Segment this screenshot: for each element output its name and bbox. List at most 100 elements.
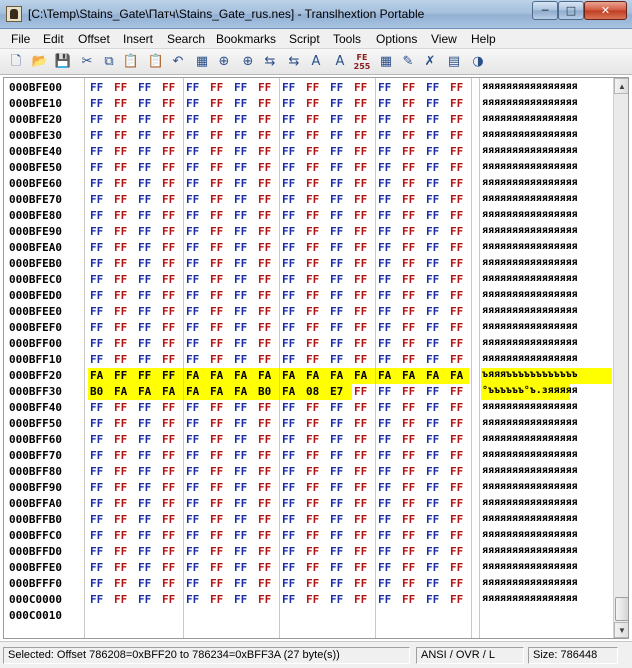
hex-byte[interactable]: FF	[305, 129, 329, 142]
hex-byte[interactable]: FF	[233, 561, 257, 574]
hex-byte[interactable]: FF	[281, 97, 305, 110]
hex-byte[interactable]: FF	[89, 145, 113, 158]
hex-byte[interactable]: FF	[425, 209, 449, 222]
hex-byte[interactable]: FF	[449, 81, 473, 94]
hex-byte[interactable]: FF	[233, 241, 257, 254]
ascii-text[interactable]: яяяяяяяяяяяяяяяя	[482, 177, 578, 188]
ascii-text[interactable]: яяяяяяяяяяяяяяяя	[482, 337, 578, 348]
hex-byte[interactable]: FF	[329, 305, 353, 318]
hex-byte[interactable]: FF	[449, 385, 473, 398]
hex-byte[interactable]: B0	[257, 385, 281, 398]
hex-byte[interactable]: FF	[377, 209, 401, 222]
hex-byte[interactable]: FF	[425, 337, 449, 350]
hex-byte[interactable]: FF	[209, 81, 233, 94]
ascii-text[interactable]: яяяяяяяяяяяяяяяя	[482, 305, 578, 316]
hex-byte[interactable]: FF	[281, 433, 305, 446]
ascii-text[interactable]: яяяяяяяяяяяяяяяя	[482, 529, 578, 540]
hex-byte[interactable]: FF	[281, 193, 305, 206]
hex-byte[interactable]: FF	[449, 305, 473, 318]
hex-byte[interactable]: FF	[161, 593, 185, 606]
hex-byte[interactable]: FF	[137, 593, 161, 606]
hex-byte[interactable]: FF	[89, 241, 113, 254]
hex-byte[interactable]: FF	[89, 321, 113, 334]
hex-byte[interactable]: FF	[305, 209, 329, 222]
hex-byte[interactable]: FF	[329, 449, 353, 462]
hex-byte[interactable]: FF	[449, 513, 473, 526]
hex-byte[interactable]: FF	[425, 113, 449, 126]
ascii-text[interactable]: яяяяяяяяяяяяяяяя	[482, 321, 578, 332]
hex-byte[interactable]: FF	[137, 369, 161, 382]
hex-byte[interactable]: FA	[185, 385, 209, 398]
hex-byte[interactable]: FF	[161, 513, 185, 526]
ascii-text[interactable]: яяяяяяяяяяяяяяяя	[482, 577, 578, 588]
hex-row[interactable]: 000BFEA0 FF FF FF FF FF FF FF FF FF FF FF FF FF FF FF FF…	[4, 240, 628, 256]
hex-byte[interactable]: FF	[425, 385, 449, 398]
hex-byte[interactable]: FF	[377, 561, 401, 574]
ascii-text[interactable]: яяяяяяяяяяяяяяяя	[482, 353, 578, 364]
hex-byte[interactable]: FF	[89, 545, 113, 558]
hex-byte[interactable]: FF	[401, 481, 425, 494]
hex-byte[interactable]: FF	[377, 529, 401, 542]
hex-byte[interactable]: FF	[281, 257, 305, 270]
hex-byte[interactable]: FF	[281, 529, 305, 542]
ascii-text[interactable]: яяяяяяяяяяяяяяяя	[482, 81, 578, 92]
hex-byte[interactable]: FF	[89, 481, 113, 494]
hex-byte[interactable]: FF	[353, 97, 377, 110]
hex-byte[interactable]: FF	[185, 401, 209, 414]
hex-byte[interactable]: FF	[329, 81, 353, 94]
hex-byte[interactable]: FF	[281, 353, 305, 366]
hex-byte[interactable]: FA	[281, 369, 305, 382]
hex-byte[interactable]: FA	[401, 369, 425, 382]
hex-byte[interactable]: FF	[161, 353, 185, 366]
hex-byte[interactable]: FF	[137, 417, 161, 430]
hex-byte[interactable]: FF	[449, 193, 473, 206]
hex-byte[interactable]: FF	[89, 129, 113, 142]
hex-byte[interactable]: FF	[281, 593, 305, 606]
hex-row[interactable]: 000BFFB0 FF FF FF FF FF FF FF FF FF FF FF FF FF FF FF FF…	[4, 512, 628, 528]
hex-byte[interactable]: FF	[113, 145, 137, 158]
menu-file[interactable]: File	[11, 32, 30, 46]
find-next-icon[interactable]: ⊕	[238, 52, 258, 72]
hex-row[interactable]: 000BFFE0 FF FF FF FF FF FF FF FF FF FF FF FF FF FF FF FF…	[4, 560, 628, 576]
hex-byte[interactable]: FF	[353, 273, 377, 286]
hex-row[interactable]: 000BFE40 FF FF FF FF FF FF FF FF FF FF FF FF FF FF FF FF…	[4, 144, 628, 160]
hex-byte[interactable]: FF	[137, 465, 161, 478]
hex-byte[interactable]: FF	[233, 449, 257, 462]
hex-byte[interactable]: FF	[209, 193, 233, 206]
hex-byte[interactable]: FF	[161, 465, 185, 478]
hex-byte[interactable]: FF	[353, 385, 377, 398]
hex-byte[interactable]: FF	[305, 401, 329, 414]
hex-byte[interactable]: FF	[257, 433, 281, 446]
hex-byte[interactable]: FF	[305, 545, 329, 558]
hex-byte[interactable]: FF	[113, 417, 137, 430]
hex-byte[interactable]: FF	[329, 529, 353, 542]
hex-byte[interactable]: FF	[137, 81, 161, 94]
hex-byte[interactable]: FF	[257, 161, 281, 174]
hex-byte[interactable]: FF	[449, 337, 473, 350]
hex-byte[interactable]: FF	[377, 241, 401, 254]
hex-byte[interactable]: FF	[257, 273, 281, 286]
hex-byte[interactable]: FF	[137, 577, 161, 590]
hex-byte[interactable]: FF	[257, 337, 281, 350]
hex-byte[interactable]: FA	[161, 385, 185, 398]
hex-byte[interactable]: FF	[449, 161, 473, 174]
hex-byte[interactable]: FF	[161, 145, 185, 158]
hex-byte[interactable]: FF	[425, 433, 449, 446]
hex-byte[interactable]: FF	[161, 481, 185, 494]
hex-byte[interactable]: FF	[329, 561, 353, 574]
ascii-text[interactable]: яяяяяяяяяяяяяяяя	[482, 545, 578, 556]
hex-byte[interactable]: FF	[353, 289, 377, 302]
hex-byte[interactable]: FF	[113, 369, 137, 382]
ascii-text[interactable]: яяяяяяяяяяяяяяяя	[482, 289, 578, 300]
hex-byte[interactable]: FF	[257, 401, 281, 414]
hex-byte[interactable]: FF	[161, 273, 185, 286]
hex-byte[interactable]: FF	[209, 513, 233, 526]
hex-byte[interactable]: FF	[209, 289, 233, 302]
hex-byte[interactable]: FF	[377, 289, 401, 302]
hex-byte[interactable]: FF	[353, 433, 377, 446]
menu-script[interactable]: Script	[289, 32, 320, 46]
hex-byte[interactable]: FF	[185, 273, 209, 286]
hex-byte[interactable]: FF	[161, 561, 185, 574]
hex-row[interactable]: 000BFFA0 FF FF FF FF FF FF FF FF FF FF FF FF FF FF FF FF…	[4, 496, 628, 512]
hex-byte[interactable]: FF	[329, 481, 353, 494]
